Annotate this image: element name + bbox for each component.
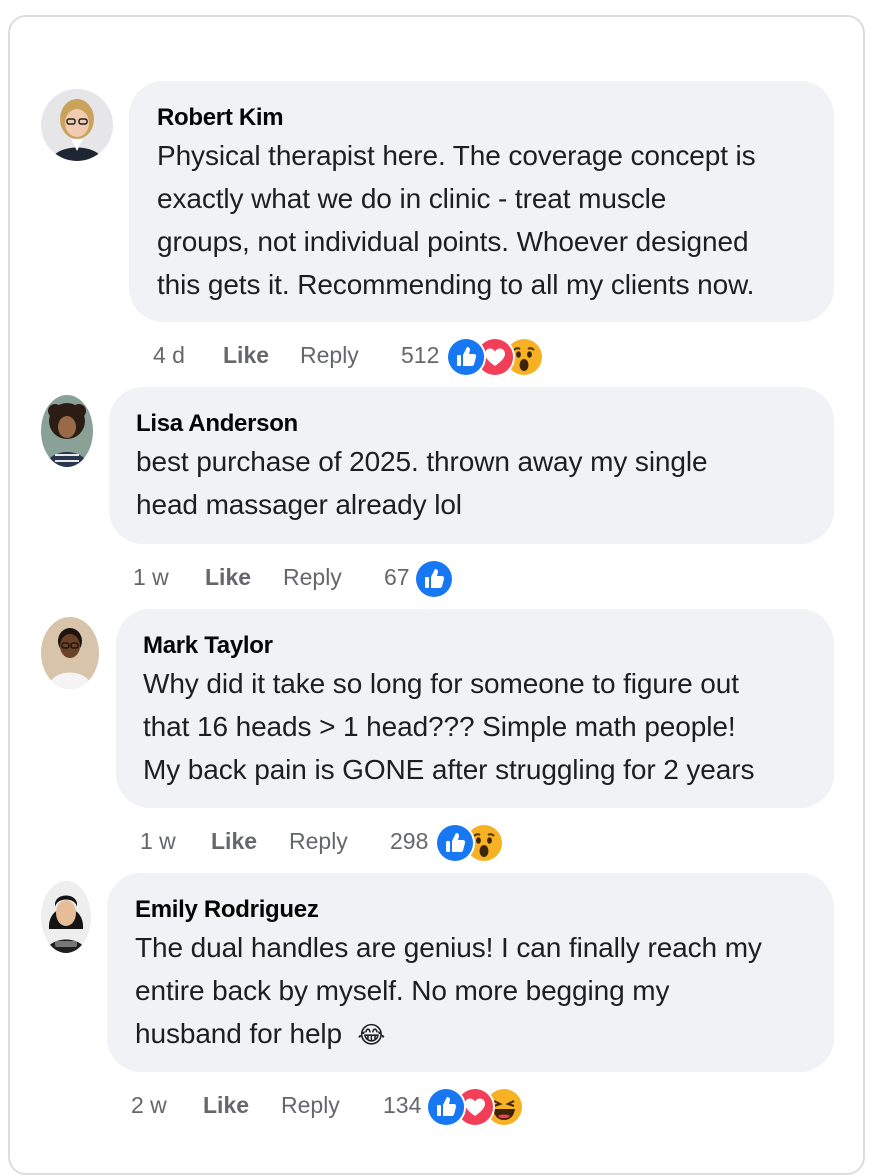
like-button[interactable]: Like (223, 342, 269, 369)
like-button[interactable]: Like (203, 1092, 249, 1119)
reply-button[interactable]: Reply (300, 342, 359, 369)
reaction-count[interactable]: 298 (390, 828, 428, 855)
avatar[interactable] (41, 395, 93, 467)
comment-author[interactable]: Robert Kim (157, 104, 284, 132)
comment-author[interactable]: Emily Rodriguez (135, 896, 319, 924)
avatar[interactable] (41, 881, 91, 953)
reply-button[interactable]: Reply (283, 564, 342, 591)
reaction-icons[interactable] (446, 337, 546, 377)
comment-text: The dual handles are genius! I can final… (135, 932, 762, 1049)
reaction-icons[interactable] (435, 823, 507, 863)
like-reaction-icon (414, 559, 454, 599)
like-button[interactable]: Like (205, 564, 251, 591)
comment-text: Why did it take so long for someone to f… (143, 668, 755, 785)
reaction-count[interactable]: 67 (384, 564, 410, 591)
reaction-count[interactable]: 512 (401, 342, 439, 369)
reaction-count[interactable]: 134 (383, 1092, 421, 1119)
comment-timestamp[interactable]: 1 w (140, 828, 176, 855)
comment-text: best purchase of 2025. thrown away my si… (136, 446, 708, 520)
comment-timestamp[interactable]: 1 w (133, 564, 169, 591)
reply-button[interactable]: Reply (281, 1092, 340, 1119)
reply-button[interactable]: Reply (289, 828, 348, 855)
like-reaction-icon (426, 1087, 466, 1127)
comment-text: Physical therapist here. The coverage co… (157, 140, 756, 300)
comment-author[interactable]: Mark Taylor (143, 632, 273, 660)
avatar[interactable] (41, 89, 113, 161)
comment-author[interactable]: Lisa Anderson (136, 410, 298, 438)
comment-timestamp[interactable]: 4 d (153, 342, 185, 369)
comment-timestamp[interactable]: 2 w (131, 1092, 167, 1119)
like-button[interactable]: Like (211, 828, 257, 855)
reaction-icons[interactable] (426, 1087, 526, 1127)
like-reaction-icon (446, 337, 486, 377)
like-reaction-icon (435, 823, 475, 863)
reaction-icons[interactable] (414, 559, 454, 599)
laughing-emoji-icon: 😂 (357, 1022, 386, 1049)
avatar[interactable] (41, 617, 99, 689)
